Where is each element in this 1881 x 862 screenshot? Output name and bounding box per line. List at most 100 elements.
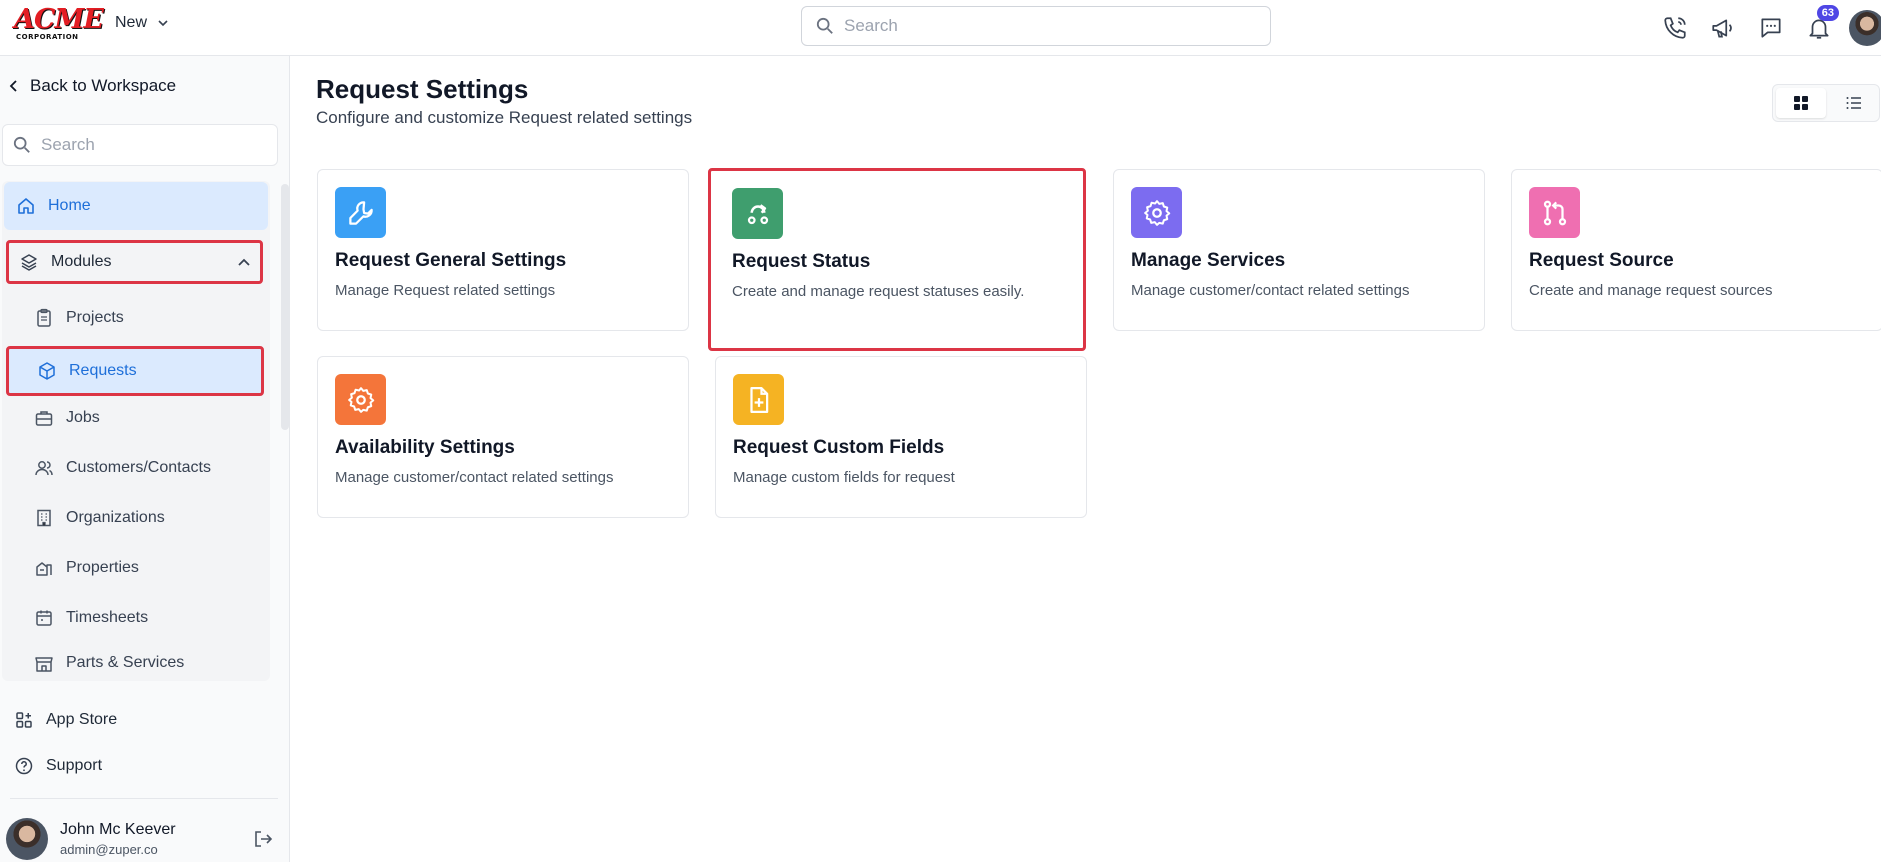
grid-view-button[interactable]	[1776, 88, 1826, 118]
card-request-general-settings[interactable]: Request General Settings Manage Request …	[317, 169, 689, 331]
card-title: Manage Services	[1131, 250, 1286, 271]
global-search[interactable]	[801, 6, 1271, 46]
card-title: Request Status	[732, 251, 871, 272]
card-description: Create and manage request sources	[1529, 282, 1773, 299]
gear-icon	[1143, 199, 1170, 226]
sidebar-search[interactable]	[2, 124, 278, 166]
card-availability-settings[interactable]: Availability Settings Manage customer/co…	[317, 356, 689, 518]
sidebar-item-app-store[interactable]: App Store	[14, 696, 274, 744]
help-circle-icon	[15, 757, 33, 775]
logout-icon[interactable]	[252, 828, 274, 850]
card-description: Manage Request related settings	[335, 282, 556, 299]
chat-button[interactable]	[1747, 8, 1795, 48]
card-request-source[interactable]: Request Source Create and manage request…	[1511, 169, 1881, 331]
new-label: New	[115, 14, 148, 31]
sidebar-item-label: Organizations	[66, 509, 165, 526]
card-description: Manage customer/contact related settings	[335, 469, 614, 486]
chevron-up-icon	[238, 258, 250, 266]
sidebar-item-label: App Store	[46, 711, 118, 728]
sidebar-item-label: Timesheets	[66, 609, 149, 626]
sidebar-item-label: Home	[48, 197, 91, 214]
sidebar: Back to Workspace Home Modules Projects …	[0, 56, 290, 862]
wrench-icon	[348, 200, 373, 225]
sidebar-item-parts-services[interactable]: Parts & Services	[30, 644, 266, 680]
chevron-down-icon	[158, 20, 168, 27]
user-email: admin@zuper.co	[60, 842, 158, 857]
card-icon-tile	[733, 374, 784, 425]
sidebar-scrollbar[interactable]	[281, 184, 289, 430]
sidebar-item-label: Support	[46, 757, 103, 774]
sidebar-search-input[interactable]	[41, 135, 261, 155]
sidebar-item-label: Properties	[66, 559, 139, 576]
announcements-button[interactable]	[1699, 8, 1747, 48]
page-title: Request Settings	[316, 74, 529, 104]
card-icon-tile	[335, 187, 386, 238]
list-icon	[1846, 97, 1861, 109]
store-icon	[35, 657, 53, 672]
list-view-button[interactable]	[1829, 85, 1879, 121]
sidebar-item-label: Modules	[51, 253, 112, 270]
sidebar-divider	[10, 798, 278, 799]
card-title: Request Custom Fields	[733, 437, 945, 458]
sidebar-item-label: Customers/Contacts	[66, 459, 211, 476]
megaphone-icon	[1712, 19, 1732, 38]
global-search-input[interactable]	[844, 16, 1224, 36]
file-plus-icon	[749, 386, 768, 413]
card-icon-tile	[1131, 187, 1182, 238]
sidebar-item-home[interactable]: Home	[4, 182, 268, 230]
card-description: Manage customer/contact related settings	[1131, 282, 1410, 299]
user-profile[interactable]: John Mc Keever admin@zuper.co	[6, 816, 282, 862]
sidebar-item-projects[interactable]: Projects	[30, 294, 266, 342]
chevron-left-icon	[9, 80, 17, 92]
view-toggle	[1772, 84, 1880, 122]
avatar	[6, 818, 48, 860]
card-title: Request General Settings	[335, 250, 567, 271]
home-icon	[18, 198, 34, 214]
card-icon-tile	[1529, 187, 1580, 238]
users-icon	[35, 461, 53, 476]
user-name: John Mc Keever	[60, 821, 176, 838]
sidebar-item-organizations[interactable]: Organizations	[30, 494, 266, 542]
page-subtitle: Configure and customize Request related …	[316, 108, 693, 127]
phone-button[interactable]	[1651, 8, 1699, 48]
card-description: Manage custom fields for request	[733, 469, 955, 486]
notifications-button[interactable]: 63	[1795, 5, 1843, 48]
sidebar-item-support[interactable]: Support	[14, 742, 274, 790]
chat-icon	[1761, 18, 1781, 38]
card-icon-tile	[335, 374, 386, 425]
layers-icon	[21, 254, 37, 271]
box-icon	[39, 362, 55, 380]
card-title: Request Source	[1529, 250, 1674, 271]
card-description: Create and manage request statuses easil…	[732, 283, 1025, 300]
sidebar-item-modules[interactable]: Modules	[6, 240, 263, 284]
gear-bolt-icon	[347, 386, 374, 413]
new-dropdown-button[interactable]: New	[115, 14, 169, 32]
apps-icon	[16, 712, 32, 728]
briefcase-icon	[35, 411, 53, 426]
sidebar-item-label: Jobs	[66, 409, 100, 426]
sidebar-item-requests[interactable]: Requests	[6, 346, 264, 396]
top-bar: ACME CORPORATION New 63	[0, 0, 1881, 56]
clipboard-icon	[37, 308, 51, 327]
card-title: Availability Settings	[335, 437, 515, 458]
sidebar-item-timesheets[interactable]: Timesheets	[30, 594, 266, 642]
sidebar-item-customers-contacts[interactable]: Customers/Contacts	[30, 444, 266, 492]
back-to-workspace-label: Back to Workspace	[30, 76, 177, 95]
sidebar-item-label: Parts & Services	[66, 654, 185, 671]
grid-icon	[1794, 96, 1808, 110]
card-icon-tile	[732, 188, 783, 239]
card-request-status[interactable]: Request Status Create and manage request…	[708, 168, 1086, 351]
sidebar-item-label: Projects	[66, 309, 124, 326]
search-icon	[816, 17, 833, 34]
sidebar-item-label: Requests	[69, 362, 137, 379]
sidebar-item-properties[interactable]: Properties	[30, 544, 266, 592]
back-to-workspace-link[interactable]: Back to Workspace	[8, 76, 176, 96]
card-request-custom-fields[interactable]: Request Custom Fields Manage custom fiel…	[715, 356, 1087, 518]
card-manage-services[interactable]: Manage Services Manage customer/contact …	[1113, 169, 1485, 331]
search-icon	[13, 136, 30, 153]
building-icon	[37, 509, 51, 527]
acme-logo[interactable]: ACME CORPORATION	[14, 6, 104, 42]
user-avatar[interactable]	[1849, 10, 1881, 46]
phone-icon	[1664, 17, 1686, 39]
sidebar-item-jobs[interactable]: Jobs	[30, 394, 266, 442]
